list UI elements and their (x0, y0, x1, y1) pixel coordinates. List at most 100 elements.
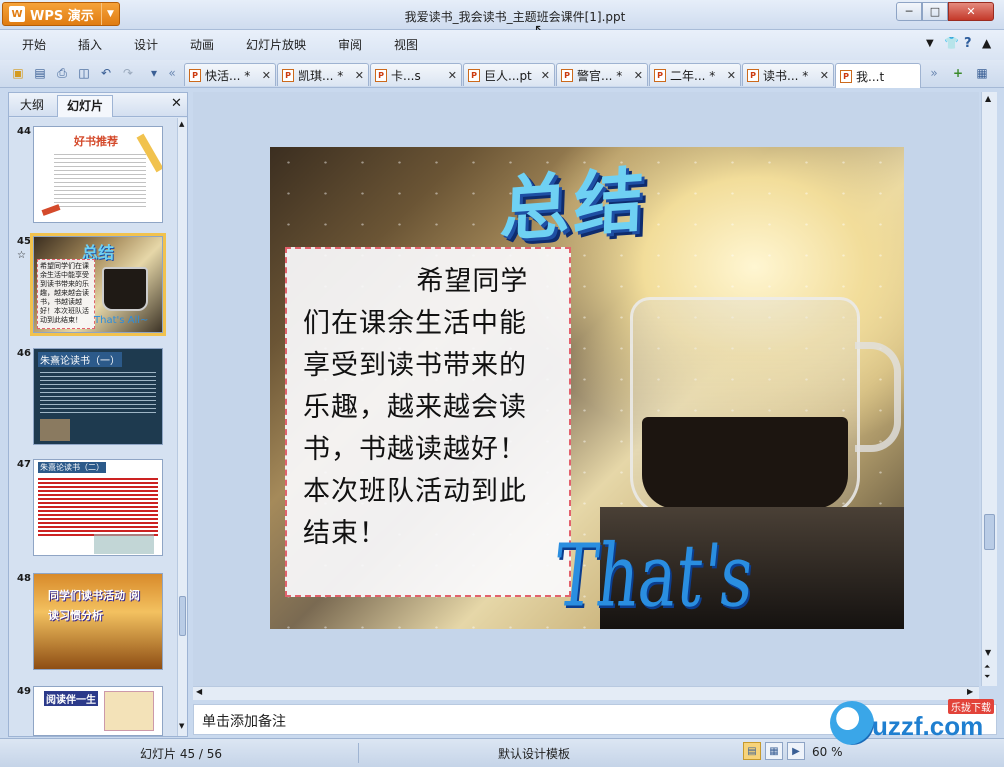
wps-logo-icon: W (9, 6, 25, 22)
scroll-down-icon[interactable]: ▼ (985, 648, 991, 657)
thumbnail-title: 朱熹论读书（二） (38, 462, 106, 473)
undo-icon[interactable]: ↶ (98, 65, 114, 81)
ppt-file-icon: P (840, 69, 852, 83)
current-slide[interactable]: 总结 希望同学们在课余生活中能享受到读书带来的乐趣，越来越会读书，书越读越好！本… (270, 147, 904, 629)
cup-handle-image (855, 342, 901, 452)
slide-subtitle[interactable]: That's All~ (539, 527, 904, 629)
uzzf-logo-icon (830, 701, 874, 745)
document-tab[interactable]: P 凯琪... * ✕ (277, 63, 369, 86)
customize-toolbar-icon[interactable]: ▾ (146, 65, 162, 81)
skin-icon[interactable]: 👕 (944, 36, 959, 50)
maximize-button[interactable]: □ (922, 2, 948, 21)
ppt-file-icon: P (654, 68, 666, 82)
close-tab-icon[interactable]: ✕ (262, 69, 271, 82)
scroll-up-icon[interactable]: ▲ (985, 94, 991, 103)
thumbnail-text-lines (38, 476, 158, 536)
new-tab-icon[interactable]: + (950, 65, 966, 81)
thumbnail-body: 希望同学们在课余生活中能享受到读书带来的乐趣，越来越会读书，书越读越好！本次班队… (37, 259, 95, 329)
tab-scroll-right-icon[interactable]: » (926, 65, 942, 81)
normal-view-icon[interactable]: ▤ (743, 742, 761, 760)
thumbnail-number: 45 (17, 236, 31, 247)
slideshow-view-icon[interactable]: ▶ (787, 742, 805, 760)
slide-sorter-view-icon[interactable]: ▦ (765, 742, 783, 760)
watermark-brand: uzzf.com (872, 711, 984, 741)
menu-slideshow[interactable]: 幻灯片放映 (246, 30, 306, 60)
document-tab[interactable]: P 巨人...pt ✕ (463, 63, 555, 86)
slide-thumbnail[interactable]: 朱熹论读书（一） (33, 348, 163, 445)
close-tab-icon[interactable]: ✕ (727, 69, 736, 82)
slides-panel: 大纲 幻灯片 ✕ 44 好书推荐 45 ☆ 总结 希望同学们在课余生活中能享受到… (8, 92, 188, 737)
thumbnail-text-lines (54, 151, 146, 209)
thumbnail-number: 44 (17, 126, 31, 137)
next-slide-icon[interactable]: ⏷ (984, 672, 990, 682)
ppt-file-icon: P (468, 68, 480, 82)
app-menu-button[interactable]: W WPS 演示 ▼ (2, 2, 120, 26)
open-icon[interactable]: ▣ (10, 65, 26, 81)
slide-canvas-area: 总结 希望同学们在课余生活中能享受到读书带来的乐趣，越来越会读书，书越读越好！本… (193, 92, 979, 686)
chevron-down-icon[interactable]: ▼ (101, 3, 119, 25)
thumbnail-number: 48 (17, 573, 31, 584)
menu-home[interactable]: 开始 (22, 30, 46, 60)
menu-review[interactable]: 审阅 (338, 30, 362, 60)
cup-image (102, 267, 148, 311)
slide-thumbnail-selected[interactable]: 总结 希望同学们在课余生活中能享受到读书带来的乐趣，越来越会读书，书越读越好！本… (30, 233, 166, 336)
previous-slide-icon[interactable]: ⏶ (984, 662, 990, 672)
menu-design[interactable]: 设计 (134, 30, 158, 60)
tab-outline[interactable]: 大纲 (11, 95, 53, 117)
slide-textbox[interactable]: 希望同学们在课余生活中能享受到读书带来的乐趣，越来越会读书，书越读越好！本次班队… (285, 247, 571, 597)
minimize-button[interactable]: ─ (896, 2, 922, 21)
close-tab-icon[interactable]: ✕ (355, 69, 364, 82)
thumbnail-title: 阅读伴一生 (44, 691, 98, 706)
document-tab[interactable]: P 快活... * ✕ (184, 63, 276, 86)
thumbnail-subtitle: That's All~ (94, 315, 149, 326)
menu-animation[interactable]: 动画 (190, 30, 214, 60)
close-tab-icon[interactable]: ✕ (448, 69, 457, 82)
slide-thumbnail[interactable]: 好书推荐 (33, 126, 163, 223)
collapse-ribbon-icon[interactable]: ▲ (982, 36, 991, 50)
thumbnail-title: 同学们读书活动 阅读习惯分析 (48, 589, 140, 622)
thumbnail-number: 46 (17, 348, 31, 359)
scroll-up-icon[interactable]: ▲ (179, 120, 186, 130)
close-tab-icon[interactable]: ✕ (541, 69, 550, 82)
chevron-down-icon[interactable]: ▼ (926, 38, 934, 49)
scroll-thumb[interactable] (984, 514, 995, 550)
document-tab[interactable]: P 警官... * ✕ (556, 63, 648, 86)
ppt-file-icon: P (189, 68, 201, 82)
document-tab-active[interactable]: P 我...t (835, 63, 921, 88)
print-preview-icon[interactable]: ◫ (76, 65, 92, 81)
thumbnail-number: 49 (17, 686, 31, 697)
ppt-file-icon: P (747, 68, 759, 82)
coffee-image (642, 417, 848, 509)
help-icon[interactable]: ? (964, 36, 972, 51)
tab-slides[interactable]: 幻灯片 (57, 95, 114, 117)
pencil-icon (41, 204, 61, 216)
redo-icon[interactable]: ↷ (120, 65, 136, 81)
document-tab[interactable]: P 二年... * ✕ (649, 63, 741, 86)
slide-thumbnail[interactable]: 同学们读书活动 阅读习惯分析 (33, 573, 163, 670)
panel-scrollbar[interactable]: ▲ ▼ (177, 118, 187, 736)
menu-bar: 开始 插入 设计 动画 幻灯片放映 审阅 视图 ▼ 👕 ? ▲ (0, 30, 1004, 60)
close-panel-icon[interactable]: ✕ (171, 96, 182, 111)
scroll-right-icon[interactable]: ▶ (967, 687, 973, 696)
save-icon[interactable]: ▤ (32, 65, 48, 81)
menu-view[interactable]: 视图 (394, 30, 418, 60)
close-tab-icon[interactable]: ✕ (820, 69, 829, 82)
thumbnail-text-lines (40, 369, 156, 415)
app-name: WPS 演示 (30, 8, 94, 24)
vertical-scrollbar[interactable]: ▲ ▼ ⏶ ⏷ (981, 92, 997, 686)
menu-insert[interactable]: 插入 (78, 30, 102, 60)
animation-star-icon: ☆ (17, 250, 26, 261)
slide-thumbnail[interactable]: 阅读伴一生 (33, 686, 163, 736)
tab-scroll-left-icon[interactable]: « (164, 65, 180, 81)
scroll-left-icon[interactable]: ◀ (196, 687, 202, 696)
tab-list-icon[interactable]: ▦ (974, 65, 990, 81)
document-tab[interactable]: P 卡...s ✕ (370, 63, 462, 86)
close-button[interactable]: ✕ (948, 2, 994, 21)
close-tab-icon[interactable]: ✕ (634, 69, 643, 82)
print-icon[interactable]: ⎙ (54, 65, 70, 81)
scroll-down-icon[interactable]: ▼ (179, 722, 186, 732)
document-tab[interactable]: P 读书... * ✕ (742, 63, 834, 86)
slide-thumbnail[interactable]: 朱熹论读书（二） (33, 459, 163, 556)
slide-title[interactable]: 总结 (498, 147, 650, 255)
scroll-thumb[interactable] (179, 596, 186, 636)
